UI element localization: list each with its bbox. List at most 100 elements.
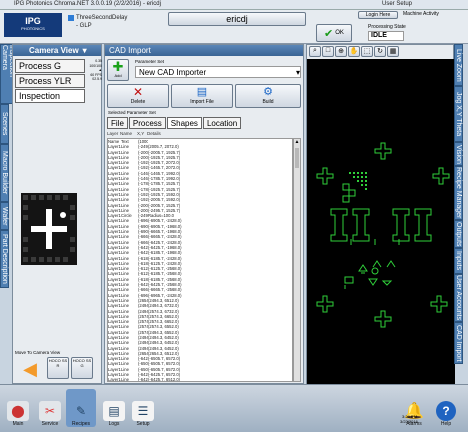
grid-icon[interactable]: ▦ [387,46,399,57]
import-file-button[interactable]: ▤ Import File [171,84,233,108]
machine-activity-label: Machine Activity [403,11,439,17]
logs-icon: ▤ [103,401,125,421]
scroll-thumb[interactable] [295,148,299,168]
service-button[interactable]: ✂ Service [36,389,64,427]
table-cell: (-6425.7, 6572.0) [138,377,148,382]
plus-icon: ✚ [112,59,124,74]
table-row[interactable]: Layer1Line (-6425.7, 6572.0)(-6425.7, 651… [108,377,292,382]
camera-info-line: 02.5.9 [92,77,102,81]
move-left-button[interactable]: ◀ [15,357,45,381]
logs-button[interactable]: ▤ Logs [102,389,126,427]
user-display: ericdj [168,12,306,26]
tab-process[interactable]: Process [128,117,166,129]
camera-info: 0.35 100/100 ▲ 60 FPS 02.5.9 [88,59,102,82]
move-buttons: ◀ HOCO SS R HOCO SS G [15,357,101,381]
tab-wafer[interactable]: Wafer [0,202,9,230]
zoom-in-icon[interactable]: ⊕ [335,46,347,57]
select-icon[interactable]: ⬚ [361,46,373,57]
import-icon: ▤ [196,86,208,98]
cad-import-title: CAD Import [109,46,151,55]
param-set-select[interactable]: New CAD Importer ▾ [135,66,301,78]
tab-location[interactable]: Location [202,117,242,129]
build-button[interactable]: ⚙ Build [235,84,301,108]
table-cell: (-6425.7, 6512.0) [148,377,181,382]
left-sidebar: Inspection Camera Scenes Macro Builder W… [0,44,16,374]
app-header: IPG PHOTONICS ThreeSecondDelay - GLP eric… [0,10,468,44]
logo-text: IPG [25,16,41,26]
tab-part-description[interactable]: Part Description [0,230,9,288]
col-xy: X,Y [137,131,145,136]
hoco-g-button[interactable]: HOCO SS G [71,357,93,379]
col-name: Name [120,131,133,136]
table-header: Layer Name X,Y Details [107,131,301,137]
add-button[interactable]: ✚ Add [107,59,129,81]
recipe-info: ThreeSecondDelay - GLP [68,14,127,30]
help-button[interactable]: ? Help [432,389,460,427]
camera-info-line: 100/100 ▲ [89,63,102,73]
camera-image[interactable] [21,193,77,265]
hoco-r-button[interactable]: HOCO SS R [47,357,69,379]
cad-import-panel: CAD Import ✚ Add Parameter Set New CAD Im… [104,44,304,384]
setup-icon: ☰ [132,401,154,421]
window-title-bar: IPG Photonics Chroma.NET 3.0.0.19 (2/2/2… [0,0,468,10]
shapes-table: NameText(100000000000000000000, 10000000… [107,138,293,382]
delete-button[interactable]: ✕ Delete [107,84,169,108]
process-g-button[interactable]: Process G [15,59,85,73]
col-details: Details [147,131,161,136]
selected-param-label: Selected Parameter Set [108,110,156,115]
help-icon: ? [436,401,456,421]
check-icon: ✔ [324,27,334,40]
tab-macro-builder[interactable]: Macro Builder [0,144,9,202]
param-set-label: Parameter Set [135,59,165,64]
process-ylr-button[interactable]: Process YLR [15,74,85,88]
zoom-fit-icon[interactable]: □ [322,46,334,57]
param-set-value: New CAD Importer [139,67,207,77]
tab-recipe-manager[interactable]: Recipe Manager [454,166,463,220]
main-icon: ⬤ [7,401,29,421]
window-title: IPG Photonics Chroma.NET 3.0.0.19 (2/2/2… [14,1,161,7]
tab-inputs[interactable]: Inputs [454,248,463,274]
user-setup-link[interactable]: User Setup [382,1,412,7]
main-button[interactable]: ⬤ Main [6,389,30,427]
cad-canvas[interactable] [307,59,455,384]
table-cell: Line [121,377,129,382]
scroll-up-icon[interactable]: ▲ [294,139,300,147]
camera-panel: Camera View ▾ Process G Process YLR Inspe… [12,44,102,384]
table-cell: Layer1 [108,377,121,382]
ok-label: OK [335,30,344,36]
delete-x-icon: ✕ [132,85,144,99]
recipe-icon [68,15,74,21]
login-button[interactable]: Login Here [358,11,398,19]
zoom-icon[interactable]: ⌕ [309,46,321,57]
tab-jog[interactable]: Jog X,Y Theta [454,86,463,142]
import-label: Import File [190,99,214,105]
cad-tabs: File Process Shapes Location [107,117,242,129]
tab-scenes[interactable]: Scenes [0,104,9,144]
cad-view-panel: ⌕ □ ⊕ ✋ ⬚ ↻ ▦ [306,44,455,384]
tab-outputs[interactable]: Outputs [454,220,463,248]
tab-vision[interactable]: Vision [454,142,463,166]
processing-state-value: IDLE [368,31,404,41]
table-scrollbar[interactable]: ▲ [293,138,301,382]
dropdown-icon[interactable]: ▾ [83,46,87,55]
build-icon: ⚙ [263,86,273,98]
setup-button[interactable]: ☰ Setup [130,389,156,427]
tab-user-accounts[interactable]: User Accounts [454,274,463,322]
add-label: Add [114,73,122,78]
camera-view-title: Camera View [29,46,79,55]
tab-file[interactable]: File [107,117,128,129]
tab-live-zoom[interactable]: Live Zoom [454,44,463,86]
arrow-left-icon: ◀ [23,358,37,379]
ipg-logo: IPG PHOTONICS [4,13,62,37]
rotate-icon[interactable]: ↻ [374,46,386,57]
tab-shapes[interactable]: Shapes [166,117,202,129]
inspection-button[interactable]: Inspection [15,89,85,103]
move-to-camera-label: Move To Camera View [15,350,61,355]
pan-icon[interactable]: ✋ [348,46,360,57]
tab-cad-import[interactable]: CAD Import [454,322,463,364]
camera-image-graphic [21,193,77,265]
recipes-button[interactable]: ✎ Recipes [66,389,96,427]
cad-import-header: CAD Import [105,45,303,56]
ok-button[interactable]: ✔ OK [316,24,352,42]
delete-label: Delete [130,99,146,105]
